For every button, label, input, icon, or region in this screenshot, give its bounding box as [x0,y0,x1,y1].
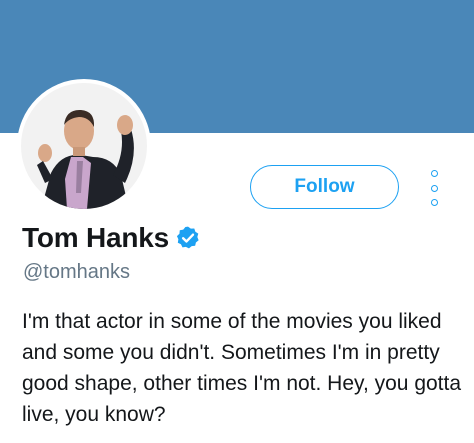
more-vertical-icon[interactable] [422,170,446,206]
more-dot [430,184,438,192]
profile-handle: @tomhanks [23,261,131,283]
profile-bio: I'm that actor in some of the movies you… [22,310,462,426]
avatar-photo [21,83,147,209]
more-dot [430,170,438,177]
display-name: Tom Hanks [22,222,170,253]
profile-avatar[interactable] [17,79,151,213]
follow-button[interactable]: Follow [250,165,399,209]
profile-name-row: Tom Hanks [22,222,201,254]
verified-badge-icon [176,226,199,249]
more-dot [430,199,438,206]
